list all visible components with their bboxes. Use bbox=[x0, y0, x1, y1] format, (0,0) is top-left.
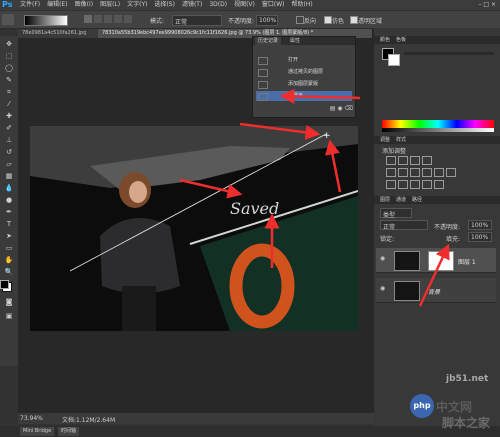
annotation-arrow bbox=[279, 88, 361, 104]
watermark-logo-text: php bbox=[413, 401, 431, 410]
annotation-arrow bbox=[418, 243, 450, 307]
watermark-site: jb51.net bbox=[446, 374, 489, 384]
watermark-cn: 中文网 bbox=[436, 400, 473, 414]
annotation-arrow bbox=[239, 122, 321, 140]
watermark-php-logo: php bbox=[410, 394, 434, 418]
annotation-arrow bbox=[179, 178, 243, 199]
annotation-arrow bbox=[325, 139, 342, 193]
annotation-overlay bbox=[179, 88, 450, 307]
watermark-brand: 脚本之家 bbox=[442, 416, 491, 430]
